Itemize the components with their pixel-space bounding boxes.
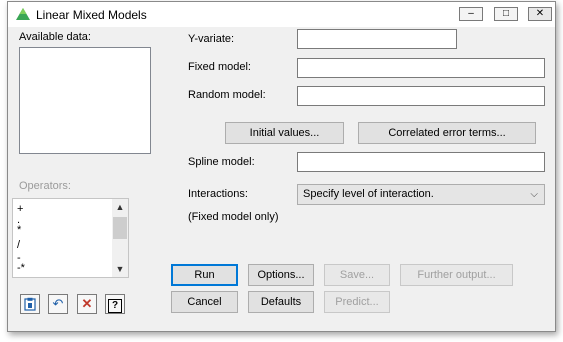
close-button[interactable]: ✕ [528,7,552,21]
fixed-model-label: Fixed model: [188,61,251,73]
further-output-button[interactable]: Further output... [400,264,513,286]
help-glyph: ? [108,299,122,313]
cancel-button[interactable]: Cancel [171,291,238,313]
correlated-error-terms-button[interactable]: Correlated error terms... [358,122,536,144]
chevron-down-icon: ⌵ [530,189,538,200]
available-data-label: Available data: [19,31,91,43]
interactions-value: Specify level of interaction. [303,188,434,200]
random-model-label: Random model: [188,89,266,101]
interactions-label: Interactions: [188,188,248,200]
scroll-thumb[interactable] [113,217,127,239]
random-model-input[interactable] [297,86,545,106]
scroll-up-icon[interactable]: ▲ [112,199,128,215]
clipboard-icon[interactable] [20,294,40,314]
y-variate-label: Y-variate: [188,33,235,45]
defaults-button[interactable]: Defaults [248,291,314,313]
help-icon[interactable]: ? [105,294,125,314]
operators-list[interactable]: + . * / - -* ▲ ▼ [12,198,129,278]
initial-values-button[interactable]: Initial values... [225,122,344,144]
operator-item[interactable]: -* [17,263,25,274]
y-variate-input[interactable] [297,29,457,49]
dialog-window: Linear Mixed Models – □ ✕ Available data… [7,1,556,332]
run-button[interactable]: Run [171,264,238,286]
undo-icon[interactable]: ↶ [48,294,68,314]
title-bar: Linear Mixed Models – □ ✕ [8,2,555,27]
spline-model-input[interactable] [297,152,545,172]
scroll-down-icon[interactable]: ▼ [112,261,128,277]
options-button[interactable]: Options... [248,264,314,286]
interactions-select[interactable]: Specify level of interaction. ⌵ [297,184,545,205]
spline-model-label: Spline model: [188,156,255,168]
app-logo-icon [16,8,30,20]
fixed-model-input[interactable] [297,58,545,78]
clear-icon[interactable]: ✕ [77,294,97,314]
operator-item[interactable]: * [17,225,21,236]
operators-scrollbar[interactable]: ▲ ▼ [112,199,128,277]
save-button[interactable]: Save... [324,264,390,286]
fixed-model-only-note: (Fixed model only) [188,211,279,223]
maximize-icon: □ [502,8,510,19]
close-icon: ✕ [535,8,545,19]
minimize-icon: – [468,8,474,19]
operators-label: Operators: [19,180,71,192]
window-title: Linear Mixed Models [36,8,147,22]
available-data-list[interactable] [19,47,151,154]
maximize-button[interactable]: □ [494,7,518,21]
predict-button[interactable]: Predict... [324,291,390,313]
minimize-button[interactable]: – [459,7,483,21]
operator-item[interactable]: / [17,240,20,251]
